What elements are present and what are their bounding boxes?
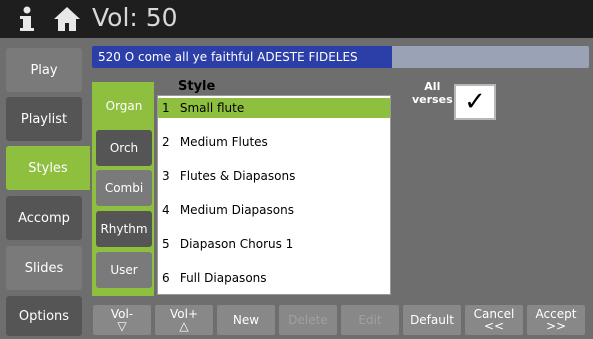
category-rhythm-button[interactable]: Rhythm [96,211,152,247]
style-row-number: 5 [162,237,170,251]
nav-styles-button[interactable]: Styles [6,146,90,190]
all-verses-label: All verses [412,80,453,106]
style-row-number: 6 [162,271,170,285]
style-list-header: Style [178,79,216,94]
volume-down-button[interactable]: Vol- ▽ [93,305,151,335]
cancel-button[interactable]: Cancel << [465,305,523,335]
style-list[interactable]: 1 Small flute 2 Medium Flutes 3 Flutes &… [157,95,391,295]
home-icon[interactable] [52,4,82,34]
style-row-name: Medium Diapasons [179,203,294,217]
style-row-6[interactable]: 6 Full Diapasons [158,268,390,288]
accept-button[interactable]: Accept >> [527,305,585,335]
edit-button[interactable]: Edit [341,305,399,335]
forward-arrows-icon: >> [545,319,567,333]
style-row-number: 3 [162,169,170,183]
volume-up-button[interactable]: Vol+ △ [155,305,213,335]
back-arrows-icon: << [483,319,505,333]
hymn-title-bar: 520 O come all ye faithful ADESTE FIDELE… [92,46,589,68]
nav-playlist-button[interactable]: Playlist [6,97,82,141]
triangle-up-icon: △ [179,319,189,333]
style-row-5[interactable]: 5 Diapason Chorus 1 [158,234,390,254]
volume-display: Vol: 50 [92,3,178,32]
nav-accomp-button[interactable]: Accomp [6,196,82,240]
category-orch-button[interactable]: Orch [96,130,152,166]
style-row-name: Flutes & Diapasons [179,169,296,183]
style-row-number: 4 [162,203,170,217]
style-row-name: Small flute [179,101,245,115]
all-verses-checkbox[interactable]: ✓ [454,84,496,120]
nav-play-button[interactable]: Play [6,48,82,92]
nav-options-button[interactable]: Options [6,296,82,336]
style-row-number: 1 [162,101,170,115]
default-button[interactable]: Default [403,305,461,335]
hymn-title: 520 O come all ye faithful ADESTE FIDELE… [92,46,392,68]
category-combi-button[interactable]: Combi [96,170,152,206]
style-row-1[interactable]: 1 Small flute [158,98,390,118]
style-row-2[interactable]: 2 Medium Flutes [158,132,390,152]
all-verses-label-line1: All [424,80,441,93]
category-user-button[interactable]: User [96,252,152,288]
all-verses-label-line2: verses [412,93,453,106]
category-organ-button[interactable]: Organ [96,88,152,124]
top-bar: Vol: 50 [0,0,593,38]
style-row-4[interactable]: 4 Medium Diapasons [158,200,390,220]
style-row-number: 2 [162,135,170,149]
new-button[interactable]: New [217,305,275,335]
delete-button[interactable]: Delete [279,305,337,335]
triangle-down-icon: ▽ [117,319,127,333]
nav-slides-button[interactable]: Slides [6,246,82,290]
style-row-name: Full Diapasons [179,271,267,285]
style-row-3[interactable]: 3 Flutes & Diapasons [158,166,390,186]
style-row-name: Diapason Chorus 1 [179,237,294,251]
style-row-name: Medium Flutes [179,135,268,149]
info-icon[interactable] [12,4,42,34]
